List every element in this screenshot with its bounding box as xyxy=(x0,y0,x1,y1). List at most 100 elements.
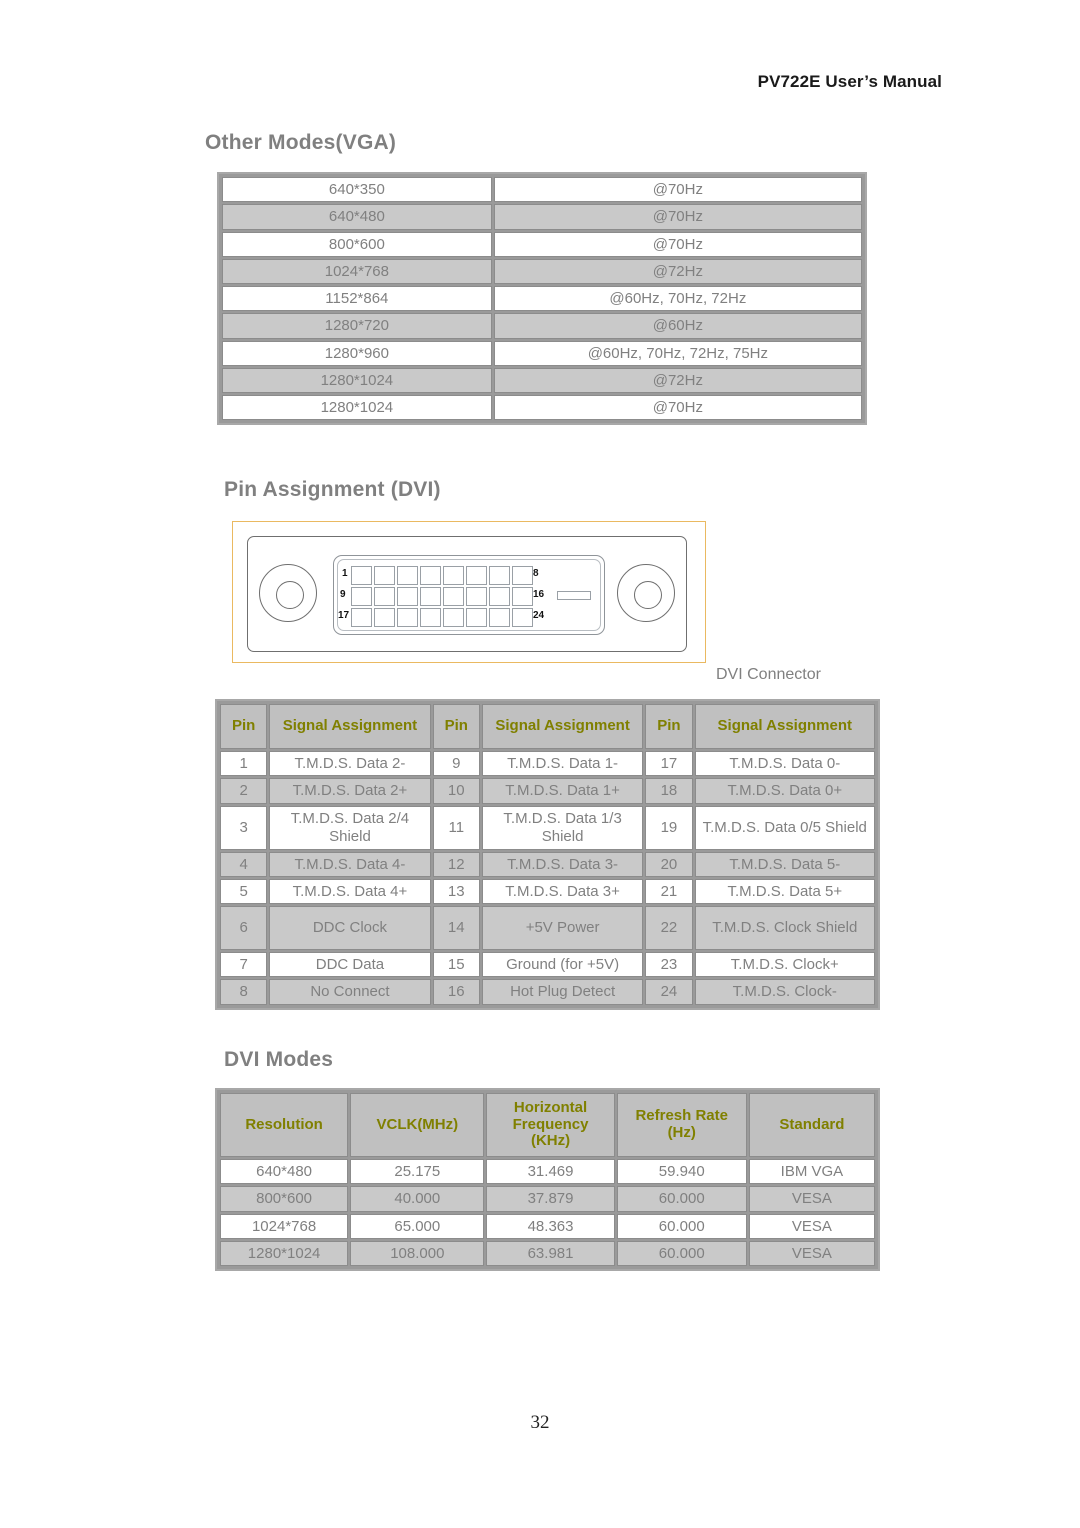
pin-number-cell: 15 xyxy=(432,952,480,978)
connector-shroud: 1 8 9 16 17 24 xyxy=(333,555,605,635)
standard-cell: VESA xyxy=(748,1213,875,1239)
signal-assignment-cell: T.M.D.S. Data 5- xyxy=(694,851,875,877)
resolution-cell: 1024*768 xyxy=(220,1213,349,1239)
table-row: 3 T.M.D.S. Data 2/4 Shield 11 T.M.D.S. D… xyxy=(220,805,875,850)
analog-blade-slot xyxy=(557,591,591,600)
pin-cell xyxy=(489,608,510,627)
pin-number-cell: 12 xyxy=(432,851,480,877)
pin-number-label-8: 8 xyxy=(533,568,539,579)
pin-number-label-16: 16 xyxy=(533,589,545,600)
table-header-row: Resolution VCLK(MHz) Horizontal Frequenc… xyxy=(220,1093,875,1157)
pin-cell xyxy=(443,566,464,585)
pin-cell xyxy=(512,608,533,627)
pin-number-cell: 21 xyxy=(645,878,693,904)
signal-assignment-cell: T.M.D.S. Data 1/3 Shield xyxy=(481,805,644,850)
pin-cell xyxy=(489,587,510,606)
pin-number-label-24: 24 xyxy=(533,610,545,621)
pin-cell xyxy=(443,587,464,606)
pin-cell xyxy=(420,608,441,627)
pin-number-cell: 4 xyxy=(220,851,268,877)
vga-resolution-cell: 1280*1024 xyxy=(222,395,492,421)
pin-number-cell: 5 xyxy=(220,878,268,904)
signal-assignment-cell: T.M.D.S. Data 0/5 Shield xyxy=(694,805,875,850)
refresh-rate-cell: 60.000 xyxy=(616,1186,747,1212)
pin-cell xyxy=(466,608,487,627)
column-header-standard: Standard xyxy=(748,1093,875,1157)
signal-assignment-cell: T.M.D.S. Data 5+ xyxy=(694,878,875,904)
standard-cell: VESA xyxy=(748,1186,875,1212)
resolution-cell: 800*600 xyxy=(220,1186,349,1212)
resolution-cell: 640*480 xyxy=(220,1159,349,1185)
pin-cell xyxy=(420,566,441,585)
vga-frequency-cell: @70Hz xyxy=(493,177,862,203)
table-row: 640*480 25.175 31.469 59.940 IBM VGA xyxy=(220,1159,875,1185)
dvi-modes-table: Resolution VCLK(MHz) Horizontal Frequenc… xyxy=(215,1088,880,1271)
pin-number-cell: 9 xyxy=(432,751,480,777)
pin-number-cell: 6 xyxy=(220,906,268,950)
signal-assignment-cell: T.M.D.S. Data 0+ xyxy=(694,778,875,804)
page-number: 32 xyxy=(530,1412,550,1433)
pin-number-cell: 16 xyxy=(432,979,480,1005)
pin-cell xyxy=(351,587,372,606)
vga-frequency-cell: @72Hz xyxy=(493,258,862,284)
vga-resolution-cell: 1152*864 xyxy=(222,286,492,312)
signal-assignment-cell: T.M.D.S. Data 2+ xyxy=(269,778,431,804)
table-header-row: Pin Signal Assignment Pin Signal Assignm… xyxy=(220,704,875,749)
table-row: 1024*768 @72Hz xyxy=(222,258,862,284)
vga-frequency-cell: @70Hz xyxy=(493,231,862,257)
table-row: 800*600 @70Hz xyxy=(222,231,862,257)
pin-number-cell: 18 xyxy=(645,778,693,804)
column-header-vclk: VCLK(MHz) xyxy=(350,1093,485,1157)
pin-number-cell: 23 xyxy=(645,952,693,978)
vclk-cell: 65.000 xyxy=(350,1213,485,1239)
column-header-pin-2: Pin xyxy=(432,704,480,749)
pin-number-cell: 2 xyxy=(220,778,268,804)
pin-number-cell: 24 xyxy=(645,979,693,1005)
column-header-pin-1: Pin xyxy=(220,704,268,749)
table-row: 5 T.M.D.S. Data 4+ 13 T.M.D.S. Data 3+ 2… xyxy=(220,878,875,904)
pin-cell xyxy=(489,566,510,585)
vga-frequency-cell: @70Hz xyxy=(493,395,862,421)
column-header-pin-3: Pin xyxy=(645,704,693,749)
vga-resolution-cell: 1280*1024 xyxy=(222,367,492,393)
vga-resolution-cell: 1280*960 xyxy=(222,340,492,366)
vclk-cell: 40.000 xyxy=(350,1186,485,1212)
refresh-rate-cell: 60.000 xyxy=(616,1240,747,1266)
pin-number-cell: 11 xyxy=(432,805,480,850)
refresh-rate-cell: 60.000 xyxy=(616,1213,747,1239)
table-row: 1280*720 @60Hz xyxy=(222,313,862,339)
pin-cell xyxy=(397,587,418,606)
table-row: 640*350 @70Hz xyxy=(222,177,862,203)
column-header-signal-3: Signal Assignment xyxy=(694,704,875,749)
screw-hole-right-icon xyxy=(617,564,675,622)
table-row: 6 DDC Clock 14 +5V Power 22 T.M.D.S. Clo… xyxy=(220,906,875,950)
table-row: 1024*768 65.000 48.363 60.000 VESA xyxy=(220,1213,875,1239)
pin-cell xyxy=(351,566,372,585)
pin-assignment-table: Pin Signal Assignment Pin Signal Assignm… xyxy=(215,699,880,1010)
table-row: 1280*1024 @70Hz xyxy=(222,395,862,421)
pin-cell xyxy=(466,566,487,585)
pin-number-cell: 13 xyxy=(432,878,480,904)
pin-cell xyxy=(397,566,418,585)
table-row: 640*480 @70Hz xyxy=(222,204,862,230)
signal-assignment-cell: T.M.D.S. Clock Shield xyxy=(694,906,875,950)
column-header-resolution: Resolution xyxy=(220,1093,349,1157)
signal-assignment-cell: T.M.D.S. Data 3- xyxy=(481,851,644,877)
refresh-rate-cell: 59.940 xyxy=(616,1159,747,1185)
vga-resolution-cell: 640*480 xyxy=(222,204,492,230)
vga-frequency-cell: @60Hz xyxy=(493,313,862,339)
signal-assignment-cell: DDC Clock xyxy=(269,906,431,950)
pin-number-label-9: 9 xyxy=(340,589,346,600)
vga-modes-table: 640*350 @70Hz 640*480 @70Hz 800*600 @70H… xyxy=(217,172,867,426)
vga-frequency-cell: @72Hz xyxy=(493,367,862,393)
signal-assignment-cell: Hot Plug Detect xyxy=(481,979,644,1005)
standard-cell: VESA xyxy=(748,1240,875,1266)
pin-cell xyxy=(397,608,418,627)
screw-hole-left-icon xyxy=(259,564,317,622)
vclk-cell: 108.000 xyxy=(350,1240,485,1266)
pin-number-cell: 20 xyxy=(645,851,693,877)
signal-assignment-cell: T.M.D.S. Data 3+ xyxy=(481,878,644,904)
signal-assignment-cell: T.M.D.S. Data 4+ xyxy=(269,878,431,904)
signal-assignment-cell: +5V Power xyxy=(481,906,644,950)
pin-cell xyxy=(420,587,441,606)
